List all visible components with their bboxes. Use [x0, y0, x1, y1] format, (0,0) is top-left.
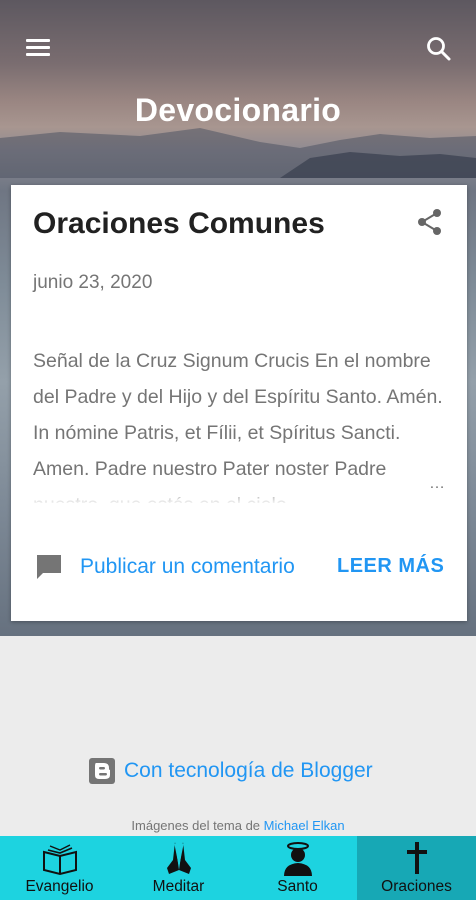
share-icon[interactable] — [415, 207, 445, 237]
blogger-label: Con tecnología de Blogger — [124, 759, 373, 782]
post-title[interactable]: Oraciones Comunes — [33, 207, 325, 241]
post-date[interactable]: junio 23, 2020 — [33, 272, 152, 294]
tab-meditar[interactable]: Meditar — [119, 836, 238, 900]
post-snippet: Señal de la Cruz Signum Crucis En el nom… — [33, 350, 443, 503]
praying-hands-icon — [166, 842, 191, 874]
credits-prefix: Imágenes del tema de — [131, 818, 264, 833]
credits-author-link[interactable]: Michael Elkan — [264, 818, 345, 833]
blog-title[interactable]: Devocionario — [0, 92, 476, 129]
menu-icon[interactable] — [20, 30, 56, 66]
blogger-icon — [89, 758, 115, 784]
theme-credits: Imágenes del tema de Michael Elkan — [0, 818, 476, 833]
book-icon — [42, 844, 77, 876]
tab-label: Meditar — [152, 878, 205, 895]
post-card: Oraciones Comunes junio 23, 2020 Señal d… — [11, 185, 467, 621]
snippet-fade — [33, 485, 447, 505]
comment-icon[interactable] — [35, 553, 63, 581]
tab-oraciones[interactable]: Oraciones — [357, 836, 476, 900]
tab-label: Santo — [277, 878, 318, 895]
search-icon[interactable] — [420, 30, 458, 68]
saint-icon — [283, 842, 312, 876]
cross-icon — [406, 842, 427, 874]
post-comment-link[interactable]: Publicar un comentario — [80, 555, 295, 579]
bottom-navigation: Evangelio Meditar Santo Oraciones — [0, 836, 476, 900]
tab-santo[interactable]: Santo — [238, 836, 357, 900]
top-app-bar — [0, 0, 476, 100]
snippet-ellipsis: … — [429, 475, 445, 492]
read-more-button[interactable]: LEER MÁS — [337, 555, 444, 578]
powered-by-blogger-link[interactable]: Con tecnología de Blogger — [88, 756, 373, 786]
tab-evangelio[interactable]: Evangelio — [0, 836, 119, 900]
tab-label: Evangelio — [25, 878, 94, 895]
tab-label: Oraciones — [381, 878, 452, 895]
